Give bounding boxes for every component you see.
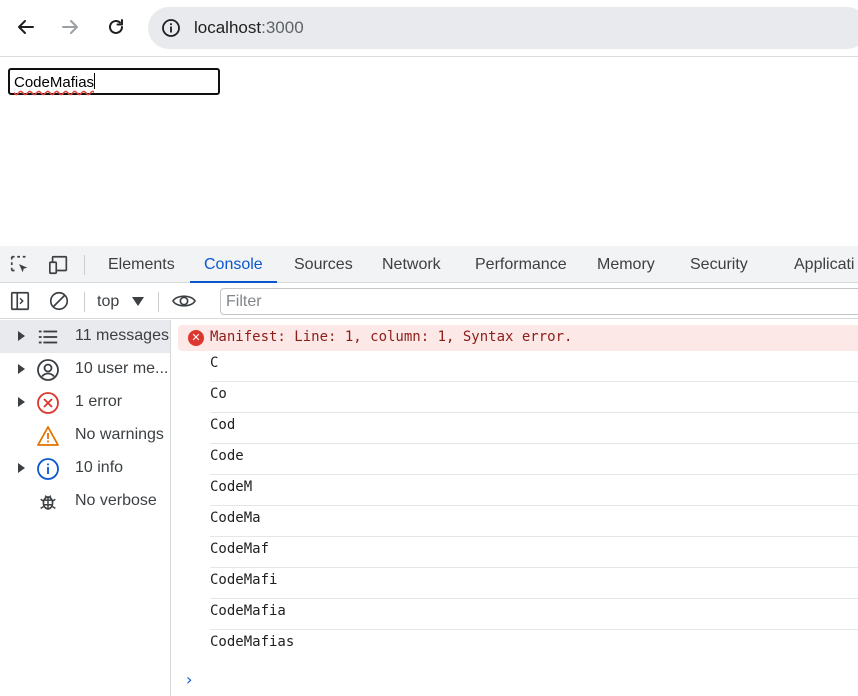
sidebar-item-errors[interactable]: 1 error <box>0 386 170 419</box>
console-log-row[interactable]: Code <box>210 444 858 475</box>
log-text: CodeMa <box>210 510 261 526</box>
log-text: CodeM <box>210 479 253 495</box>
arrow-right-icon <box>62 20 78 34</box>
log-text: CodeMafi <box>210 572 278 588</box>
expand-arrow-icon <box>18 331 25 341</box>
tab-network[interactable]: Network <box>382 246 441 283</box>
sidebar-item-label: No verbose <box>75 492 157 509</box>
expand-arrow-icon <box>18 364 25 374</box>
tab-security[interactable]: Security <box>690 246 748 283</box>
toolbar-divider <box>158 292 159 312</box>
eye-icon <box>172 295 196 307</box>
sidebar-item-user-messages[interactable]: 10 user me... <box>0 353 170 386</box>
console-log-row[interactable]: Co <box>210 382 858 413</box>
browser-toolbar: localhost:3000 <box>0 0 858 57</box>
reload-button[interactable] <box>101 12 131 42</box>
warning-icon <box>36 424 60 448</box>
console-log-row[interactable]: CodeMafi <box>210 568 858 599</box>
sidebar-toggle-button[interactable] <box>8 289 32 313</box>
page-content: CodeMafias <box>0 58 858 246</box>
device-icon <box>49 255 68 275</box>
toolbar-divider <box>84 292 85 312</box>
devtools-panel: Elements Console Sources Network Perform… <box>0 246 858 696</box>
console-prompt-chevron-icon[interactable]: › <box>186 670 192 689</box>
reload-icon <box>109 19 123 34</box>
error-text: Manifest: Line: 1, column: 1, Syntax err… <box>210 329 573 345</box>
url-port: :3000 <box>261 18 304 37</box>
filter-input[interactable]: Filter <box>220 288 858 315</box>
tab-console[interactable]: Console <box>190 246 277 283</box>
console-log-row[interactable]: Cod <box>210 413 858 444</box>
text-input-value: CodeMafias <box>14 74 95 91</box>
log-text: CodeMafia <box>210 603 286 619</box>
console-toolbar: top Filter <box>0 284 858 319</box>
log-text: Code <box>210 448 244 464</box>
info-icon <box>36 457 60 481</box>
user-icon <box>36 358 60 382</box>
sidebar-toggle-icon <box>10 291 30 311</box>
expand-arrow-icon <box>18 397 25 407</box>
log-text: CodeMaf <box>210 541 270 557</box>
site-info-button[interactable] <box>158 15 184 41</box>
console-output: ✕ Manifest: Line: 1, column: 1, Syntax e… <box>172 320 858 696</box>
log-text: Co <box>210 386 227 402</box>
context-selector[interactable]: top <box>97 284 119 319</box>
clear-console-button[interactable] <box>47 289 71 313</box>
address-bar[interactable]: localhost:3000 <box>148 7 858 49</box>
tab-memory[interactable]: Memory <box>597 246 655 283</box>
sidebar-item-label: 10 info <box>75 459 124 476</box>
tab-application[interactable]: Applicati <box>794 246 854 283</box>
console-log-row[interactable]: CodeMafia <box>210 599 858 630</box>
error-icon: ✕ <box>188 330 204 346</box>
sidebar-item-label: 11 messages <box>75 327 169 344</box>
console-log-row[interactable]: CodeMafias <box>210 630 858 661</box>
console-log-row[interactable]: C <box>210 351 858 382</box>
bug-icon <box>36 490 60 514</box>
tab-elements[interactable]: Elements <box>108 246 175 283</box>
sidebar-item-label: 1 error <box>75 393 123 410</box>
arrow-left-icon <box>18 20 34 34</box>
url-text[interactable]: localhost:3000 <box>194 18 304 38</box>
live-expression-button[interactable] <box>170 289 198 313</box>
forward-button[interactable] <box>55 12 85 42</box>
device-toolbar-button[interactable] <box>47 253 71 277</box>
sidebar-item-label: 10 user me... <box>75 360 169 377</box>
error-icon <box>36 391 60 415</box>
sidebar-item-verbose[interactable]: No verbose <box>0 485 170 518</box>
console-sidebar: 11 messages 10 user me... 1 error No war… <box>0 320 171 696</box>
inspect-element-button[interactable] <box>8 253 32 277</box>
list-icon <box>36 325 60 349</box>
sidebar-item-label: No warnings <box>75 426 164 443</box>
console-log-row[interactable]: CodeM <box>210 475 858 506</box>
tab-sources[interactable]: Sources <box>294 246 353 283</box>
toolbar-divider <box>84 255 85 275</box>
info-icon <box>162 19 180 37</box>
log-text: C <box>210 355 219 371</box>
clear-icon <box>49 291 69 311</box>
devtools-tab-bar: Elements Console Sources Network Perform… <box>0 246 858 283</box>
text-input[interactable]: CodeMafias <box>8 68 220 95</box>
back-button[interactable] <box>11 12 41 42</box>
console-error-message[interactable]: ✕ Manifest: Line: 1, column: 1, Syntax e… <box>178 325 858 351</box>
log-text: CodeMafias <box>210 634 295 650</box>
chevron-down-icon <box>132 297 144 306</box>
url-host: localhost <box>194 18 262 37</box>
log-text: Cod <box>210 417 236 433</box>
sidebar-item-warnings[interactable]: No warnings <box>0 419 170 452</box>
console-log-row[interactable]: CodeMaf <box>210 537 858 568</box>
tab-performance[interactable]: Performance <box>475 246 567 283</box>
inspect-icon <box>10 255 28 273</box>
sidebar-item-info[interactable]: 10 info <box>0 452 170 485</box>
expand-arrow-icon <box>18 463 25 473</box>
sidebar-item-messages[interactable]: 11 messages <box>0 320 170 353</box>
console-log-row[interactable]: CodeMa <box>210 506 858 537</box>
text-caret <box>94 73 96 89</box>
